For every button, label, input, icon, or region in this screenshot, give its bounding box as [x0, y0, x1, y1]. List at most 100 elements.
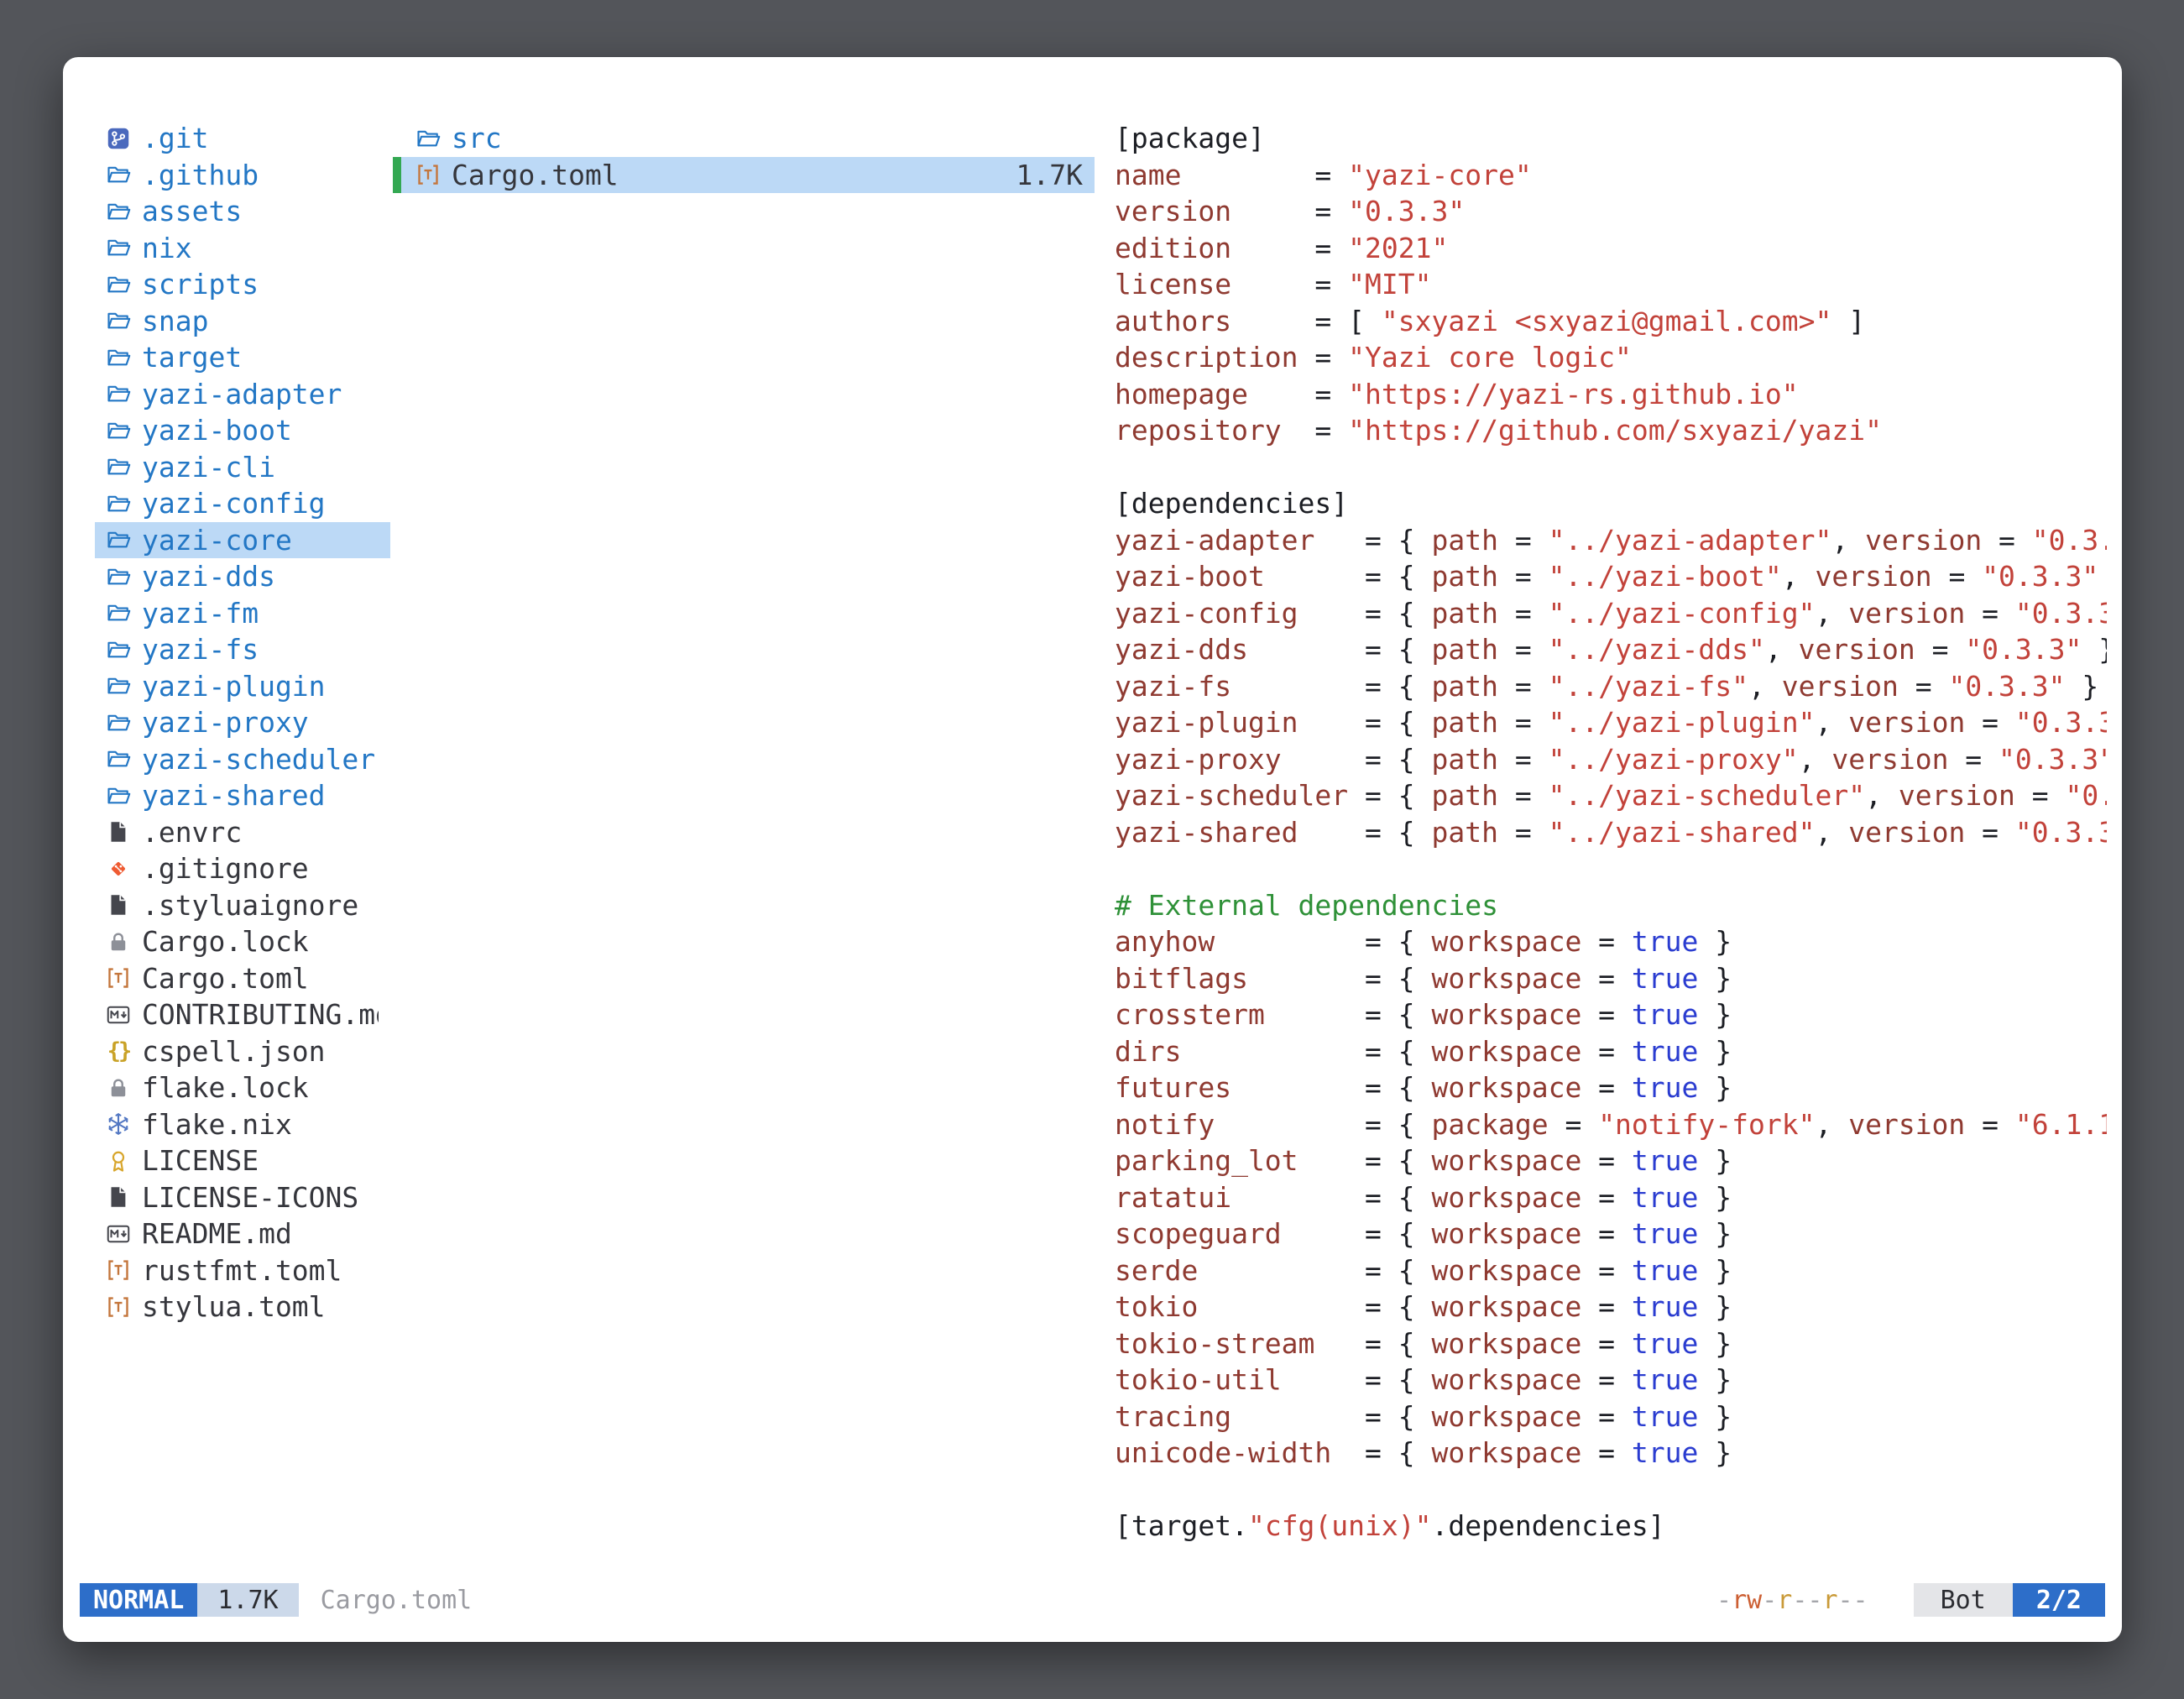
file-entry-cargo-lock[interactable]: Cargo.lock [95, 923, 390, 960]
entry-label: scripts [142, 268, 259, 301]
folder-icon [105, 635, 132, 664]
current-directory-pane[interactable]: srcCargo.toml 1.7K [393, 120, 1095, 1550]
file-entry--git[interactable]: .git [95, 120, 390, 157]
folder-icon [105, 782, 132, 810]
toml-icon [105, 1293, 132, 1321]
file-entry-yazi-cli[interactable]: yazi-cli [95, 449, 390, 486]
entry-label: CONTRIBUTING.md [142, 998, 379, 1031]
entry-label: rustfmt.toml [142, 1254, 342, 1287]
preview-line: dirs = { workspace = true } [1115, 1033, 2107, 1070]
entry-label: .github [142, 159, 259, 191]
file-entry--gitignore[interactable]: .gitignore [95, 850, 390, 887]
folder-icon [105, 160, 132, 189]
folder-icon [105, 379, 132, 408]
preview-line: yazi-dds = { path = "../yazi-dds", versi… [1115, 631, 2107, 668]
preview-line: edition = "2021" [1115, 230, 2107, 267]
lock-icon [105, 928, 132, 956]
file-entry-snap[interactable]: snap [95, 303, 390, 340]
parent-directory-pane[interactable]: .git.githubassetsnixscriptssnaptargetyaz… [95, 120, 390, 1550]
preview-line: yazi-plugin = { path = "../yazi-plugin",… [1115, 704, 2107, 741]
file-entry-readme-md[interactable]: README.md [95, 1215, 390, 1252]
folder-icon [105, 416, 132, 445]
preview-line: yazi-adapter = { path = "../yazi-adapter… [1115, 522, 2107, 559]
file-entry-flake-lock[interactable]: flake.lock [95, 1069, 390, 1106]
entry-label: yazi-fs [142, 633, 259, 666]
preview-line: authors = [ "sxyazi <sxyazi@gmail.com>" … [1115, 303, 2107, 340]
file-entry-yazi-plugin[interactable]: yazi-plugin [95, 668, 390, 705]
file-entry--github[interactable]: .github [95, 157, 390, 194]
entry-label: nix [142, 232, 192, 264]
file-entry-target[interactable]: target [95, 339, 390, 376]
entry-label: Cargo.lock [142, 925, 309, 958]
file-icon [105, 891, 132, 919]
preview-line [1115, 449, 2107, 486]
folder-icon [105, 270, 132, 299]
file-entry--envrc[interactable]: .envrc [95, 814, 390, 851]
file-entry-stylua-toml[interactable]: stylua.toml [95, 1289, 390, 1325]
license-icon [105, 1147, 132, 1175]
file-entry-scripts[interactable]: scripts [95, 266, 390, 303]
preview-line: yazi-scheduler = { path = "../yazi-sched… [1115, 777, 2107, 814]
preview-line: [package] [1115, 120, 2107, 157]
file-entry-src[interactable]: src [393, 120, 1095, 157]
file-entry-flake-nix[interactable]: flake.nix [95, 1106, 390, 1143]
file-icon [105, 818, 132, 846]
preview-line: bitflags = { workspace = true } [1115, 960, 2107, 997]
file-entry-yazi-config[interactable]: yazi-config [95, 485, 390, 522]
preview-line: homepage = "https://yazi-rs.github.io" [1115, 376, 2107, 413]
preview-line: [target."cfg(unix)".dependencies] [1115, 1508, 2107, 1545]
folder-icon [105, 233, 132, 262]
file-entry-cspell-json[interactable]: {}cspell.json [95, 1033, 390, 1070]
file-entry-yazi-dds[interactable]: yazi-dds [95, 558, 390, 595]
file-entry-yazi-scheduler[interactable]: yazi-scheduler [95, 741, 390, 778]
folder-icon [415, 124, 442, 153]
file-entry-license-icons[interactable]: LICENSE-ICONS [95, 1179, 390, 1216]
file-entry-assets[interactable]: assets [95, 193, 390, 230]
entry-label: flake.nix [142, 1108, 292, 1141]
preview-line: [dependencies] [1115, 485, 2107, 522]
file-entry-yazi-fs[interactable]: yazi-fs [95, 631, 390, 668]
file-entry-license[interactable]: LICENSE [95, 1142, 390, 1179]
preview-line: ratatui = { workspace = true } [1115, 1179, 2107, 1216]
file-preview-pane[interactable]: [package]name = "yazi-core"version = "0.… [1115, 120, 2107, 1550]
folder-icon [105, 306, 132, 335]
entry-label: assets [142, 195, 242, 227]
folder-icon [105, 489, 132, 518]
file-entry-yazi-fm[interactable]: yazi-fm [95, 595, 390, 632]
preview-line: yazi-fs = { path = "../yazi-fs", version… [1115, 668, 2107, 705]
entry-label: Cargo.toml [452, 159, 619, 191]
markdown-icon [105, 1220, 132, 1248]
markdown-icon [105, 1001, 132, 1029]
entry-size: 1.7K [1000, 159, 1083, 191]
file-entry-cargo-toml[interactable]: Cargo.toml 1.7K [393, 157, 1095, 194]
preview-line: crossterm = { workspace = true } [1115, 996, 2107, 1033]
entry-label: yazi-shared [142, 779, 326, 812]
folder-icon [105, 708, 132, 737]
status-bar: NORMAL 1.7K Cargo.toml -rw-r--r-- Bot 2/… [80, 1583, 2105, 1617]
preview-line: tokio = { workspace = true } [1115, 1289, 2107, 1325]
entry-label: snap [142, 305, 208, 337]
entry-label: cspell.json [142, 1035, 326, 1068]
file-entry-yazi-shared[interactable]: yazi-shared [95, 777, 390, 814]
preview-line: notify = { package = "notify-fork", vers… [1115, 1106, 2107, 1143]
preview-line: yazi-shared = { path = "../yazi-shared",… [1115, 814, 2107, 851]
entry-label: yazi-adapter [142, 378, 342, 410]
file-entry-yazi-proxy[interactable]: yazi-proxy [95, 704, 390, 741]
file-entry-yazi-boot[interactable]: yazi-boot [95, 412, 390, 449]
file-entry-contributing-md[interactable]: CONTRIBUTING.md [95, 996, 390, 1033]
preview-line: yazi-boot = { path = "../yazi-boot", ver… [1115, 558, 2107, 595]
entry-label: .git [142, 122, 208, 154]
status-filename: Cargo.toml [321, 1586, 473, 1615]
preview-line: license = "MIT" [1115, 266, 2107, 303]
preview-line [1115, 850, 2107, 887]
preview-line: tokio-stream = { workspace = true } [1115, 1325, 2107, 1362]
entry-label: .styluaignore [142, 889, 358, 922]
file-entry-yazi-adapter[interactable]: yazi-adapter [95, 376, 390, 413]
file-entry--styluaignore[interactable]: .styluaignore [95, 887, 390, 924]
panes-container: .git.githubassetsnixscriptssnaptargetyaz… [95, 120, 2107, 1550]
file-entry-nix[interactable]: nix [95, 230, 390, 267]
file-entry-rustfmt-toml[interactable]: rustfmt.toml [95, 1252, 390, 1289]
file-entry-yazi-core[interactable]: yazi-core [95, 522, 390, 559]
file-entry-cargo-toml[interactable]: Cargo.toml [95, 960, 390, 997]
folder-icon [105, 745, 132, 773]
